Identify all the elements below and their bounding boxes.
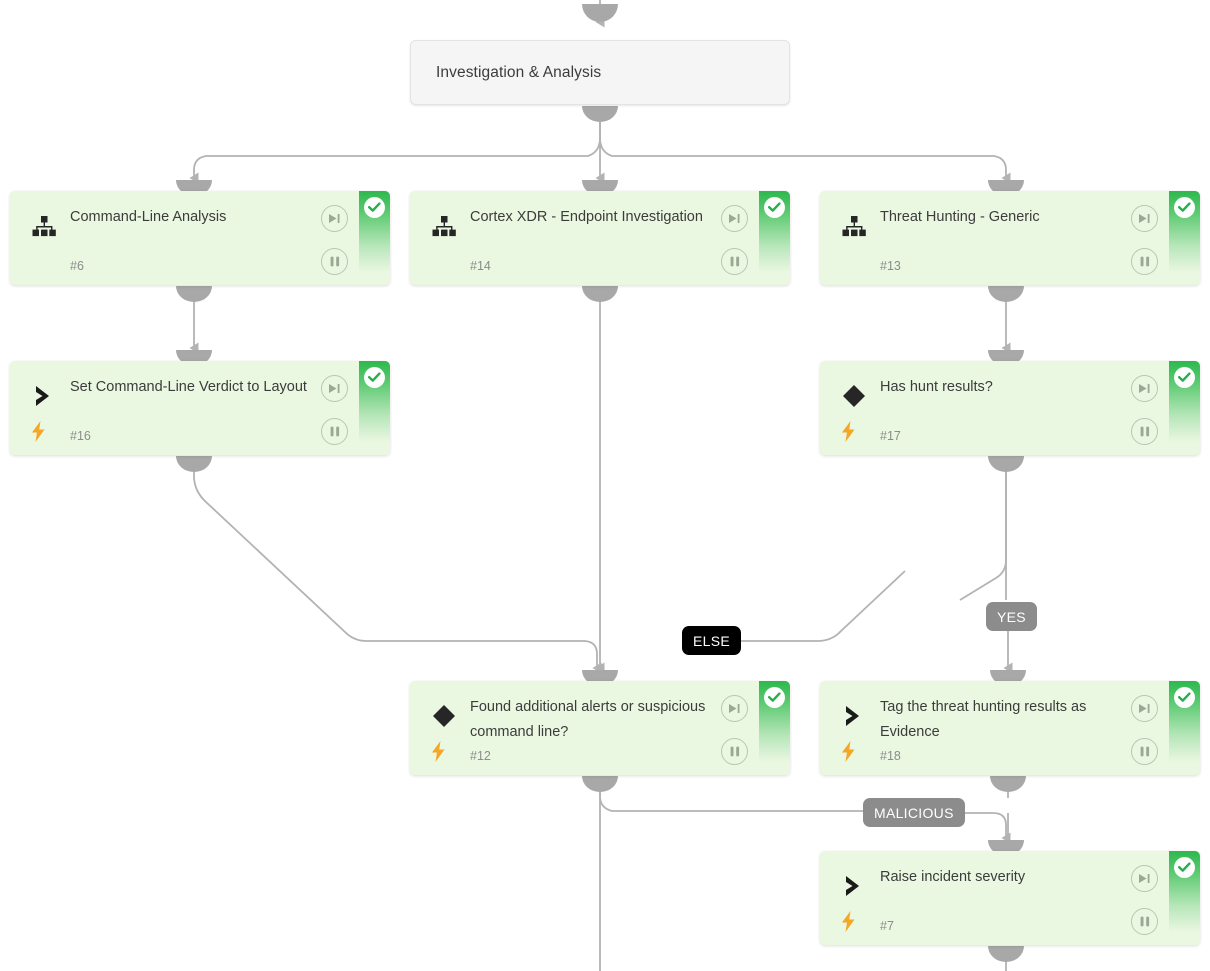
- edge-label-yes[interactable]: YES: [986, 602, 1037, 631]
- socket-n14-out: [582, 286, 618, 302]
- check-circle-icon: [364, 367, 385, 388]
- task-id: #14: [470, 259, 491, 273]
- pause-task-button[interactable]: [1131, 738, 1158, 765]
- task-id: #12: [470, 749, 491, 763]
- automation-bolt-icon: [841, 911, 856, 936]
- automation-bolt-icon: [431, 741, 446, 766]
- skip-task-button[interactable]: [1131, 205, 1158, 232]
- edge-n16-to-n12: [193, 462, 602, 674]
- socket-n13-out: [988, 286, 1024, 302]
- status-strip-completed: [1169, 681, 1200, 775]
- automation-chevron-icon: [838, 703, 870, 729]
- status-strip-completed: [759, 681, 790, 775]
- task-label: Raise incident severity: [880, 869, 1026, 885]
- socket-n7-out: [988, 946, 1024, 962]
- socket-n6-out: [176, 286, 212, 302]
- edge-label-malicious[interactable]: MALICIOUS: [863, 798, 965, 827]
- socket-n17-out: [988, 456, 1024, 472]
- pause-task-button[interactable]: [321, 248, 348, 275]
- check-circle-icon: [1174, 857, 1195, 878]
- check-circle-icon: [1174, 687, 1195, 708]
- skip-task-button[interactable]: [1131, 375, 1158, 402]
- edge-n12-to-malicious-rail: [599, 782, 863, 812]
- section-title: Investigation & Analysis: [436, 63, 602, 81]
- pause-task-button[interactable]: [1131, 248, 1158, 275]
- playbook-icon: [838, 213, 870, 239]
- pause-task-button[interactable]: [1131, 418, 1158, 445]
- task-node-16[interactable]: Set Command-Line Verdict to Layout #16: [10, 361, 390, 455]
- playbook-icon: [28, 213, 60, 239]
- task-id: #13: [880, 259, 901, 273]
- pause-task-button[interactable]: [721, 248, 748, 275]
- status-strip-completed: [1169, 851, 1200, 945]
- edge-label-else[interactable]: ELSE: [682, 626, 741, 655]
- condition-diamond-icon: [428, 703, 460, 729]
- task-id: #7: [880, 919, 894, 933]
- status-strip-completed: [1169, 361, 1200, 455]
- task-label: Command-Line Analysis: [70, 209, 227, 225]
- task-label: Threat Hunting - Generic: [880, 209, 1040, 225]
- pause-task-button[interactable]: [321, 418, 348, 445]
- socket-section-in: [582, 4, 618, 22]
- task-label: Has hunt results?: [880, 379, 993, 395]
- automation-bolt-icon: [841, 421, 856, 446]
- edge-section-to-n13: [599, 118, 1011, 184]
- automation-chevron-icon: [838, 873, 870, 899]
- skip-task-button[interactable]: [721, 695, 748, 722]
- status-strip-completed: [359, 191, 390, 285]
- task-node-7[interactable]: Raise incident severity #7: [820, 851, 1200, 945]
- socket-n12-out: [582, 776, 618, 792]
- task-node-12[interactable]: Found additional alerts or suspicious co…: [410, 681, 790, 775]
- check-circle-icon: [1174, 197, 1195, 218]
- task-label: Tag the threat hunting results as Eviden…: [880, 699, 1087, 740]
- socket-n16-out: [176, 456, 212, 472]
- edge-malicious-to-n7: [963, 812, 1011, 844]
- automation-bolt-icon: [841, 741, 856, 766]
- automation-chevron-icon: [28, 383, 60, 409]
- section-header-investigation-analysis[interactable]: Investigation & Analysis: [410, 40, 790, 105]
- playbook-canvas[interactable]: Investigation & Analysis Command-Line An…: [0, 0, 1210, 971]
- playbook-icon: [428, 213, 460, 239]
- skip-task-button[interactable]: [321, 205, 348, 232]
- task-node-18[interactable]: Tag the threat hunting results as Eviden…: [820, 681, 1200, 775]
- task-id: #18: [880, 749, 901, 763]
- status-strip-completed: [759, 191, 790, 285]
- skip-task-button[interactable]: [1131, 695, 1158, 722]
- task-id: #6: [70, 259, 84, 273]
- check-circle-icon: [364, 197, 385, 218]
- task-id: #16: [70, 429, 91, 443]
- automation-bolt-icon: [31, 421, 46, 446]
- skip-task-button[interactable]: [321, 375, 348, 402]
- socket-n18-out: [990, 776, 1026, 792]
- task-label: Cortex XDR - Endpoint Investigation: [470, 209, 703, 225]
- status-strip-completed: [1169, 191, 1200, 285]
- task-label: Found additional alerts or suspicious co…: [470, 699, 706, 740]
- task-label: Set Command-Line Verdict to Layout: [70, 379, 307, 395]
- pause-task-button[interactable]: [721, 738, 748, 765]
- edge-section-to-n6: [189, 118, 601, 184]
- task-node-13[interactable]: Threat Hunting - Generic #13: [820, 191, 1200, 285]
- edge-else-rail: [736, 570, 906, 642]
- task-node-6[interactable]: Command-Line Analysis #6: [10, 191, 390, 285]
- check-circle-icon: [764, 197, 785, 218]
- task-id: #17: [880, 429, 901, 443]
- skip-task-button[interactable]: [721, 205, 748, 232]
- task-node-14[interactable]: Cortex XDR - Endpoint Investigation #14: [410, 191, 790, 285]
- status-strip-completed: [359, 361, 390, 455]
- pause-task-button[interactable]: [1131, 908, 1158, 935]
- skip-task-button[interactable]: [1131, 865, 1158, 892]
- connector-layer: [176, 0, 1026, 971]
- edge-n17-to-else-branch: [959, 462, 1007, 601]
- socket-section-out: [582, 106, 618, 122]
- condition-diamond-icon: [838, 383, 870, 409]
- task-node-17[interactable]: Has hunt results? #17: [820, 361, 1200, 455]
- check-circle-icon: [764, 687, 785, 708]
- check-circle-icon: [1174, 367, 1195, 388]
